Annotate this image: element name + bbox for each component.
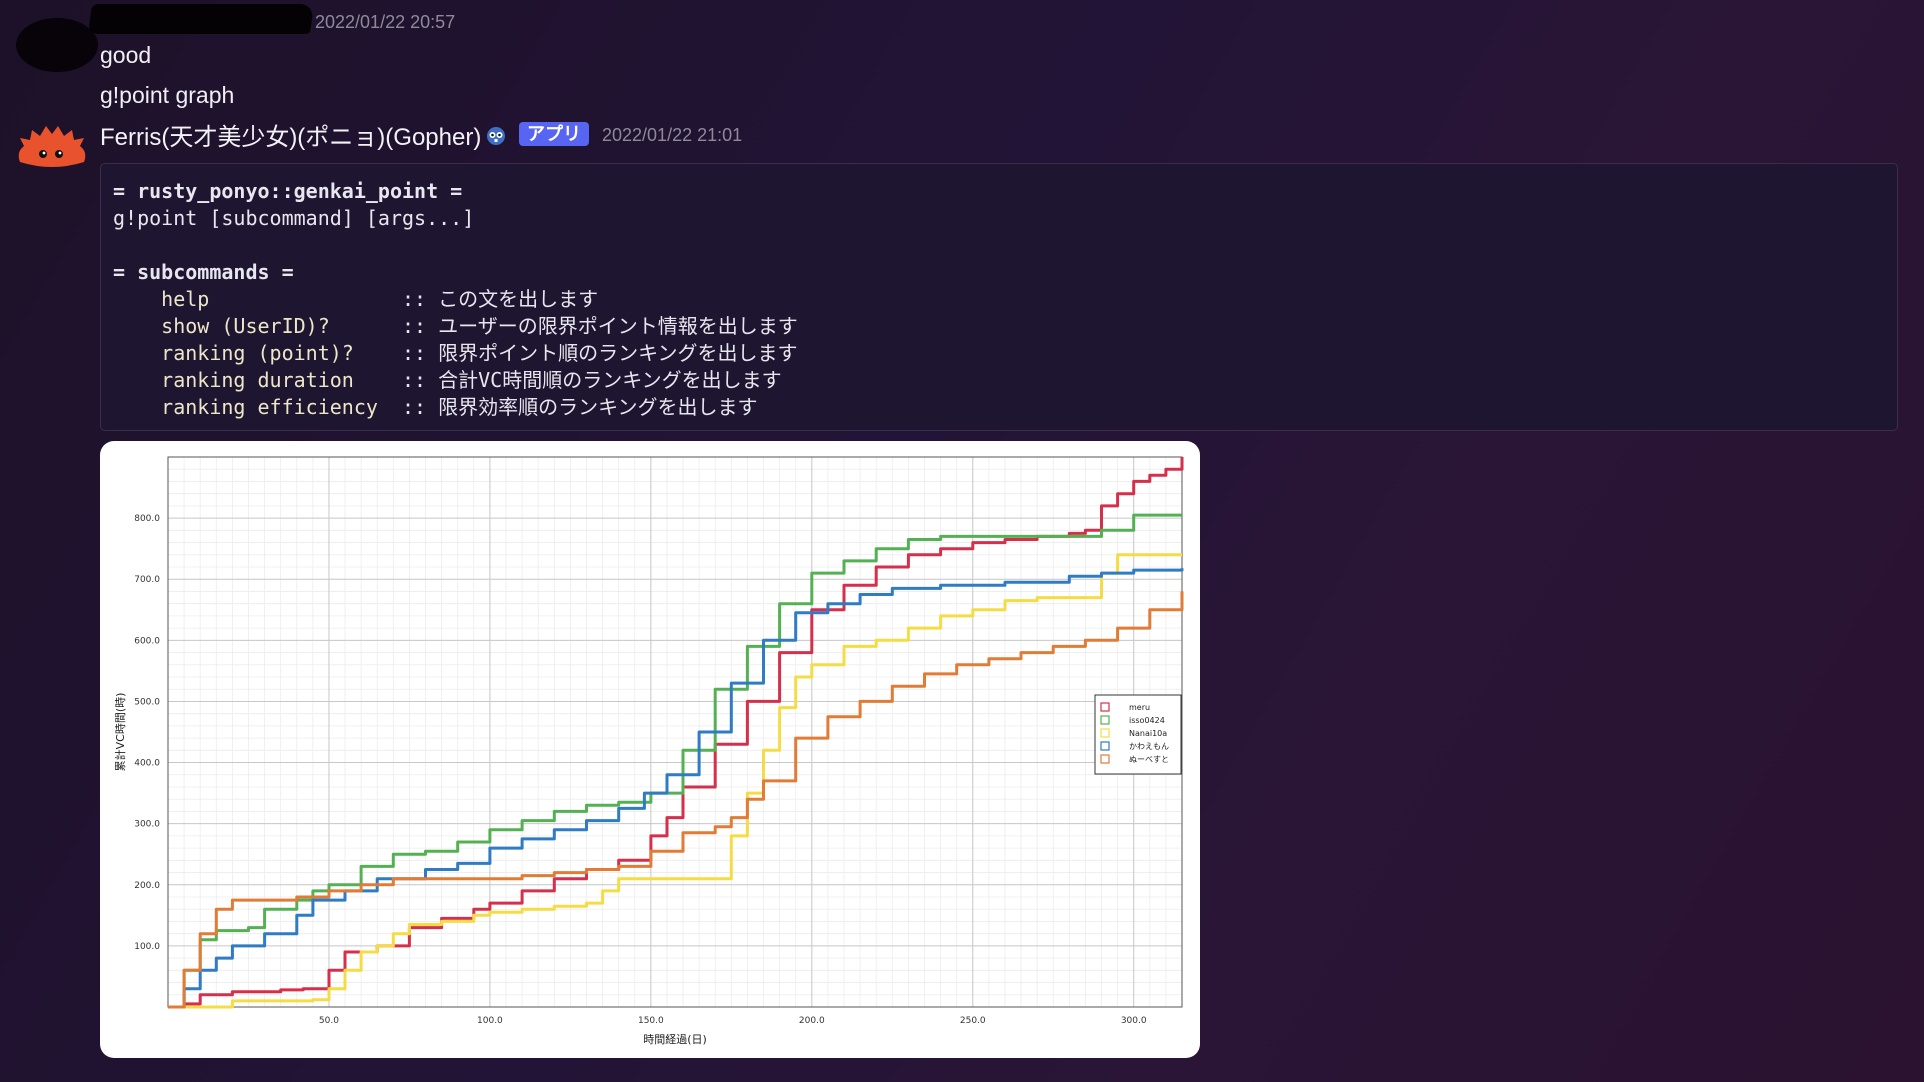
x-tick-label: 100.0 xyxy=(477,1016,503,1026)
message-timestamp: 2022/01/22 21:01 xyxy=(602,125,743,145)
y-tick-label: 200.0 xyxy=(134,881,160,891)
code-command-desc: :: 限界ポイント順のランキングを出します xyxy=(401,341,798,365)
code-block: = rusty_ponyo::genkai_point = g!point [s… xyxy=(100,163,1898,431)
x-tick-label: 150.0 xyxy=(638,1016,664,1026)
code-command: ranking efficiency xyxy=(113,395,402,419)
y-tick-label: 300.0 xyxy=(134,820,160,830)
message-timestamp: 2022/01/22 20:57 xyxy=(315,12,456,32)
y-tick-label: 700.0 xyxy=(134,575,160,585)
legend-entry: ぬーべすと xyxy=(1129,755,1169,764)
legend-entry: isso0424 xyxy=(1129,716,1165,725)
series-line-Nanai10a xyxy=(168,553,1182,1009)
message-text: g!point graph xyxy=(100,82,235,108)
code-command: ranking (point)? xyxy=(113,341,402,365)
y-tick-label: 400.0 xyxy=(134,759,160,769)
chart-image[interactable]: 50.0 100.0 150.0 200.0 250.0 300.0 100.0 200.0 3… xyxy=(100,441,1200,1058)
legend-entry: Nanai10a xyxy=(1129,729,1167,738)
y-tick-label: 600.0 xyxy=(134,636,160,646)
avatar[interactable] xyxy=(16,18,98,72)
code-title: = rusty_ponyo::genkai_point = xyxy=(113,179,463,203)
series-line-isso0424 xyxy=(168,513,1182,1009)
message-text: good xyxy=(100,42,152,68)
code-command: ranking duration xyxy=(113,368,402,392)
code-command-desc: :: 限界効率順のランキングを出します xyxy=(401,395,758,419)
series-line-meru xyxy=(168,457,1184,1009)
code-command-desc: :: ユーザーの限界ポイント情報を出します xyxy=(401,314,798,338)
code-command-desc: :: この文を出します xyxy=(401,287,599,311)
code-command: help xyxy=(113,287,402,311)
code-usage: g!point [subcommand] [args...] xyxy=(113,206,475,230)
code-command-line: help :: この文を出します xyxy=(113,287,598,311)
y-tick-label: 100.0 xyxy=(134,942,160,952)
ferris-avatar[interactable] xyxy=(12,118,92,174)
code-command: show (UserID)? xyxy=(113,314,402,338)
code-command-line: ranking efficiency :: 限界効率順のランキングを出します xyxy=(113,395,758,419)
code-command-line: ranking duration :: 合計VC時間順のランキングを出します xyxy=(113,368,782,392)
app-badge: アプリ xyxy=(519,122,589,146)
code-command-line: show (UserID)? :: ユーザーの限界ポイント情報を出します xyxy=(113,314,798,338)
x-tick-label: 250.0 xyxy=(960,1016,986,1026)
code-command-line: ranking (point)? :: 限界ポイント順のランキングを出します xyxy=(113,341,798,365)
line-chart: 50.0 100.0 150.0 200.0 250.0 300.0 100.0 200.0 3… xyxy=(113,456,1184,1046)
x-axis-label: 時間経過(日) xyxy=(643,1033,707,1046)
series-line-かわえもん xyxy=(168,568,1184,1009)
y-tick-label: 500.0 xyxy=(134,697,160,707)
y-axis-label: 累計VC時間(時) xyxy=(113,693,127,772)
code-subtitle: = subcommands = xyxy=(113,260,294,284)
x-tick-label: 300.0 xyxy=(1121,1016,1147,1026)
legend-entry: meru xyxy=(1129,703,1150,712)
bot-username[interactable]: Ferris(天才美少女)(ポニョ)(Gopher) xyxy=(100,117,481,152)
x-tick-label: 200.0 xyxy=(799,1016,825,1026)
redacted-username xyxy=(87,4,315,34)
code-command-desc: :: 合計VC時間順のランキングを出します xyxy=(401,368,782,392)
y-tick-label: 800.0 xyxy=(134,514,160,524)
legend-entry: かわえもん xyxy=(1129,742,1169,751)
x-tick-label: 50.0 xyxy=(319,1016,339,1026)
gopher-icon xyxy=(487,127,505,145)
